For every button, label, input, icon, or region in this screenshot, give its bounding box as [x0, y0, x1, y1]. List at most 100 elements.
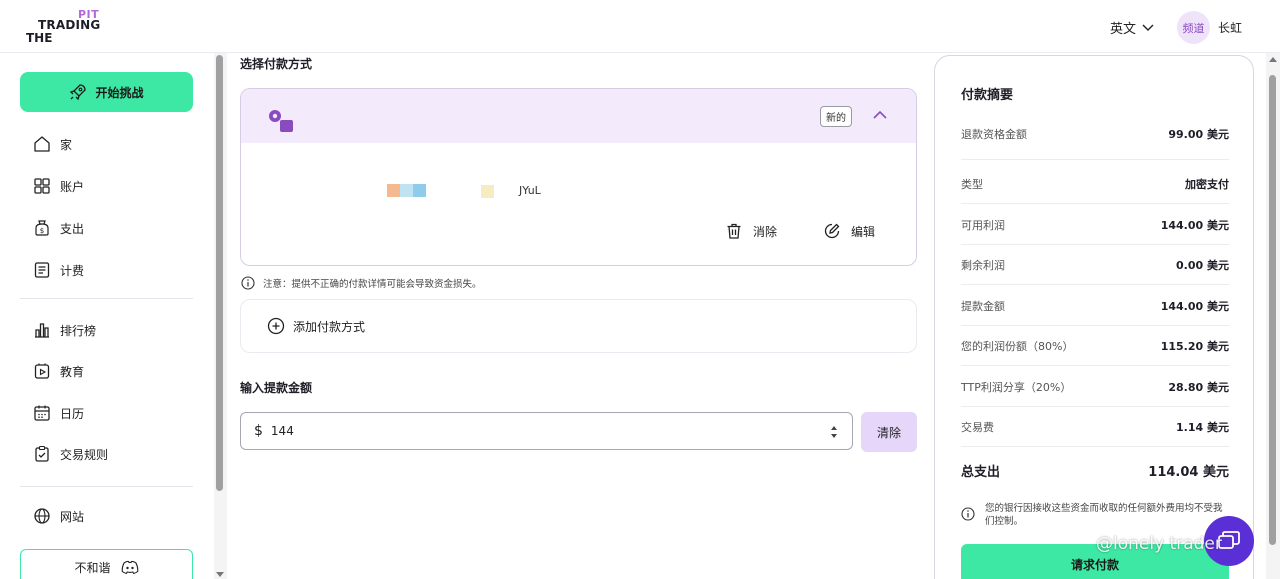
sidebar-item-leaderboard[interactable]: 排行榜: [33, 320, 96, 340]
edit-method-label: 编辑: [851, 224, 876, 239]
sidebar-item-label: 交易规则: [60, 447, 109, 462]
delete-method-button[interactable]: 消除: [725, 222, 777, 240]
summary-value: 0.00 美元: [1176, 258, 1229, 272]
discord-icon: [121, 560, 138, 574]
summary-value: 144.00 美元: [1160, 218, 1229, 232]
summary-total-row: 总支出 114.04 美元: [961, 450, 1229, 490]
dollar-bag-icon: $: [35, 220, 49, 236]
svg-text:$: $: [40, 227, 44, 235]
edit-method-button[interactable]: 编辑: [823, 222, 875, 240]
globe-icon: [34, 508, 50, 524]
summary-value: 99.00 美元: [1168, 127, 1229, 141]
user-avatar[interactable]: 频道: [1177, 11, 1210, 44]
sidebar-scrollbar-thumb[interactable]: [216, 55, 223, 491]
sidebar-item-billing[interactable]: 计费: [33, 260, 84, 280]
masked-wallet-address: [387, 184, 426, 197]
new-badge: 新的: [820, 106, 852, 127]
notice-text: 注意：提供不正确的付款详情可能会导致资金损失。: [263, 279, 482, 290]
crypto-icon: [269, 110, 293, 132]
sidebar-scrollbar[interactable]: [214, 53, 227, 579]
main-scrollbar[interactable]: [1266, 53, 1280, 579]
sidebar-item-website[interactable]: 网站: [33, 506, 84, 526]
info-icon: [241, 276, 255, 290]
top-header: PIT TRADING THE 英文 频道 长虹: [0, 0, 1280, 53]
masked-wallet-address-tail: [481, 185, 494, 198]
sidebar-item-label: 排行榜: [60, 323, 97, 338]
summary-value: 115.20 美元: [1160, 339, 1229, 353]
summary-row: 您的利润份额（80%） 115.20 美元: [961, 326, 1229, 366]
summary-row: 退款资格金额 99.00 美元: [961, 108, 1229, 160]
bank-fee-note-text: 您的银行因接收这些资金而收取的任何额外费用均不受我们控制。: [985, 503, 1223, 527]
sidebar-item-label: 账户: [60, 179, 85, 194]
discord-label: 不和谐: [74, 560, 111, 575]
summary-row: 可用利润 144.00 美元: [961, 205, 1229, 245]
sidebar-item-label: 支出: [60, 221, 85, 236]
summary-title: 付款摘要: [961, 88, 1014, 103]
scroll-down-arrow-icon[interactable]: [216, 572, 224, 577]
withdraw-amount-title: 输入提款金额: [240, 381, 313, 395]
number-spinner-icon[interactable]: [830, 424, 838, 440]
summary-total-value: 114.04 美元: [1148, 464, 1229, 480]
main-scrollbar-thumb[interactable]: [1269, 75, 1276, 545]
payment-method-header[interactable]: 新的: [241, 89, 916, 143]
wallet-address-fragment: JYuL: [519, 184, 541, 197]
amount-value: 144: [270, 424, 294, 438]
rocket-icon: [70, 84, 87, 101]
plus-circle-icon: [267, 317, 285, 335]
home-icon: [34, 136, 50, 152]
summary-label: 可用利润: [961, 218, 1005, 232]
summary-value: 加密支付: [1185, 177, 1229, 191]
info-icon: [961, 507, 975, 521]
payment-notice: 注意：提供不正确的付款详情可能会导致资金损失。: [241, 276, 482, 290]
sidebar-item-label: 教育: [60, 364, 85, 379]
watermark-text: @lonely trader: [1096, 534, 1222, 554]
summary-label: 剩余利润: [961, 258, 1005, 272]
sidebar-divider: [20, 486, 193, 487]
start-challenge-button[interactable]: 开始挑战: [20, 72, 193, 112]
language-selector[interactable]: 英文: [1110, 18, 1154, 37]
sidebar-item-trading-rules[interactable]: 交易规则: [33, 444, 108, 464]
summary-row: 剩余利润 0.00 美元: [961, 245, 1229, 285]
sidebar: 开始挑战 家 账户 $ 支出 计费 排行榜 教育 日历 交易规则 网站 不和谐: [0, 53, 214, 579]
currency-symbol: $: [254, 423, 263, 439]
scroll-up-arrow-icon[interactable]: [1269, 57, 1277, 62]
language-label: 英文: [1110, 22, 1137, 37]
payment-method-title: 选择付款方式: [240, 57, 313, 71]
summary-row: 交易费 1.14 美元: [961, 407, 1229, 447]
sidebar-item-label: 网站: [60, 509, 85, 524]
sidebar-item-education[interactable]: 教育: [33, 361, 84, 381]
logo-trading-text: TRADING: [38, 18, 101, 32]
calendar-icon: [34, 405, 50, 421]
chevron-down-icon: [1142, 24, 1154, 31]
discord-button[interactable]: 不和谐: [20, 549, 193, 579]
sidebar-item-calendar[interactable]: 日历: [33, 403, 84, 423]
the-trading-pit-logo[interactable]: PIT TRADING THE: [26, 8, 106, 46]
add-payment-method-button[interactable]: 添加付款方式: [240, 299, 917, 353]
chevron-up-icon[interactable]: [872, 109, 888, 121]
add-method-label: 添加付款方式: [293, 319, 366, 334]
sidebar-item-label: 日历: [60, 406, 85, 421]
withdraw-amount-input[interactable]: $ 144: [240, 412, 853, 450]
sidebar-divider: [20, 298, 193, 299]
summary-total-label: 总支出: [961, 464, 1001, 480]
education-icon: [34, 363, 50, 379]
summary-row: 提款金额 144.00 美元: [961, 286, 1229, 326]
sidebar-item-accounts[interactable]: 账户: [33, 176, 84, 196]
sidebar-item-payouts[interactable]: $ 支出: [33, 218, 84, 238]
clear-amount-button[interactable]: 清除: [861, 412, 917, 452]
summary-label: 退款资格金额: [961, 127, 1027, 141]
watermark: @lonely trader: [1096, 534, 1222, 554]
sidebar-item-home[interactable]: 家: [33, 134, 72, 154]
payment-summary-panel: 付款摘要 退款资格金额 99.00 美元 类型 加密支付 可用利润 144.00…: [934, 55, 1254, 579]
summary-label: TTP利润分享（20%）: [961, 380, 1072, 394]
summary-value: 28.80 美元: [1168, 380, 1229, 394]
billing-icon: [34, 262, 50, 278]
username[interactable]: 长虹: [1218, 19, 1242, 36]
sidebar-item-label: 家: [60, 137, 73, 152]
summary-value: 144.00 美元: [1160, 299, 1229, 313]
summary-label: 交易费: [961, 420, 994, 434]
crypto-payment-method-card[interactable]: 新的 JYuL 消除 编辑: [240, 88, 917, 266]
edit-icon: [824, 223, 840, 239]
start-challenge-label: 开始挑战: [95, 85, 144, 100]
summary-label: 类型: [961, 177, 983, 191]
